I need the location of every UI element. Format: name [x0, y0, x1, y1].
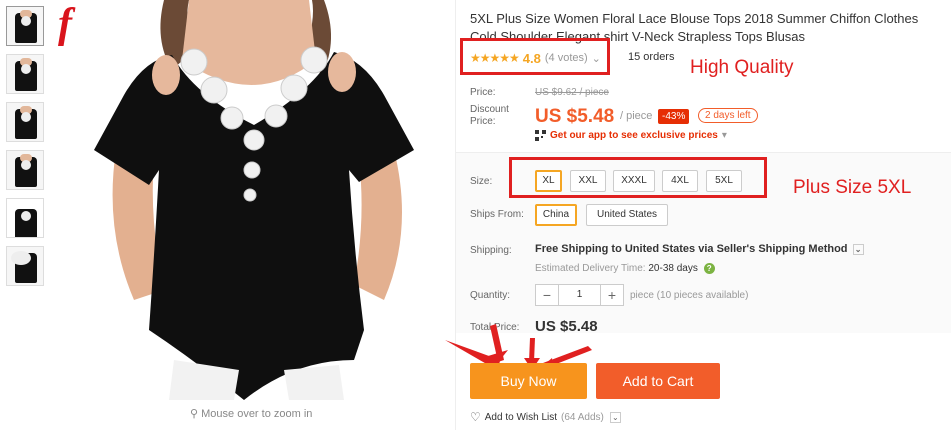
- brand-logo[interactable]: f: [58, 0, 72, 48]
- zoom-hint: ⚲ Mouse over to zoom in: [190, 407, 312, 420]
- buy-now-button[interactable]: Buy Now: [470, 363, 587, 399]
- thumbnail[interactable]: [6, 102, 44, 142]
- app-promo-text: Get our app to see exclusive prices: [550, 130, 718, 141]
- annotation-plus-size: Plus Size 5XL: [793, 177, 912, 198]
- quantity-label: Quantity:: [470, 290, 511, 301]
- main-product-image[interactable]: f: [54, 0, 450, 400]
- shipping-to: to: [611, 243, 622, 255]
- discount-badge: -43%: [658, 109, 690, 124]
- quantity-decrease-button[interactable]: −: [536, 285, 558, 305]
- add-to-cart-button[interactable]: Add to Cart: [596, 363, 720, 399]
- shipping-method: via Seller's Shipping Method: [698, 243, 848, 255]
- quantity-note: piece (10 pieces available): [630, 290, 749, 301]
- magnifier-icon: ⚲: [190, 408, 199, 420]
- annotation-box-size: [509, 157, 767, 198]
- thumbnail-list: [6, 6, 46, 294]
- discount-price: US $5.48: [535, 106, 615, 127]
- ships-from-china[interactable]: China: [535, 204, 577, 226]
- per-piece: / piece: [620, 110, 653, 122]
- ships-from-united-states[interactable]: United States: [586, 204, 668, 226]
- chevron-down-icon[interactable]: ⌄: [609, 411, 621, 423]
- days-left-badge: 2 days left: [698, 108, 758, 123]
- product-photo: [94, 0, 414, 400]
- thumbnail[interactable]: [6, 54, 44, 94]
- wish-list-count: (64 Adds): [561, 411, 604, 423]
- heart-icon: ♡: [470, 410, 481, 424]
- shipping-label: Shipping:: [470, 245, 512, 256]
- thumbnail[interactable]: [6, 150, 44, 190]
- wish-list-label: Add to Wish List: [484, 411, 558, 423]
- orders-count: 15 orders: [628, 51, 675, 63]
- quantity-increase-button[interactable]: +: [601, 285, 623, 305]
- estimated-delivery-label: Estimated Delivery Time:: [535, 263, 646, 275]
- zoom-hint-text: Mouse over to zoom in: [201, 408, 313, 420]
- thumbnail[interactable]: [6, 246, 44, 286]
- shipping-country: United States: [624, 243, 696, 255]
- annotation-box-rating: [460, 38, 610, 75]
- app-promo-link[interactable]: Get our app to see exclusive prices ▾: [535, 130, 727, 141]
- ships-from-label: Ships From:: [470, 209, 524, 220]
- caret-down-icon: ▾: [721, 130, 727, 141]
- price-label: Price:: [470, 87, 496, 98]
- annotation-high-quality: High Quality: [690, 57, 794, 78]
- free-shipping: Free Shipping: [535, 243, 609, 255]
- chevron-down-icon[interactable]: ⌄: [852, 243, 864, 255]
- estimated-delivery: Estimated Delivery Time: 20-38 days ?: [535, 263, 715, 274]
- size-label: Size:: [470, 176, 493, 187]
- original-price: US $9.62 / piece: [535, 87, 609, 98]
- quantity-input[interactable]: 1: [558, 285, 601, 305]
- help-icon[interactable]: ?: [703, 263, 715, 274]
- qr-code-icon: [535, 130, 546, 141]
- thumbnail[interactable]: [6, 198, 44, 238]
- estimated-delivery-value: 20-38 days: [648, 263, 698, 275]
- add-to-wish-list[interactable]: ♡ Add to Wish List (64 Adds) ⌄: [470, 410, 621, 424]
- discount-price-label: Discount Price:: [470, 104, 509, 127]
- quantity-stepper: − 1 +: [535, 284, 624, 306]
- thumbnail[interactable]: [6, 6, 44, 46]
- shipping-info[interactable]: Free Shipping to United States via Selle…: [535, 243, 864, 255]
